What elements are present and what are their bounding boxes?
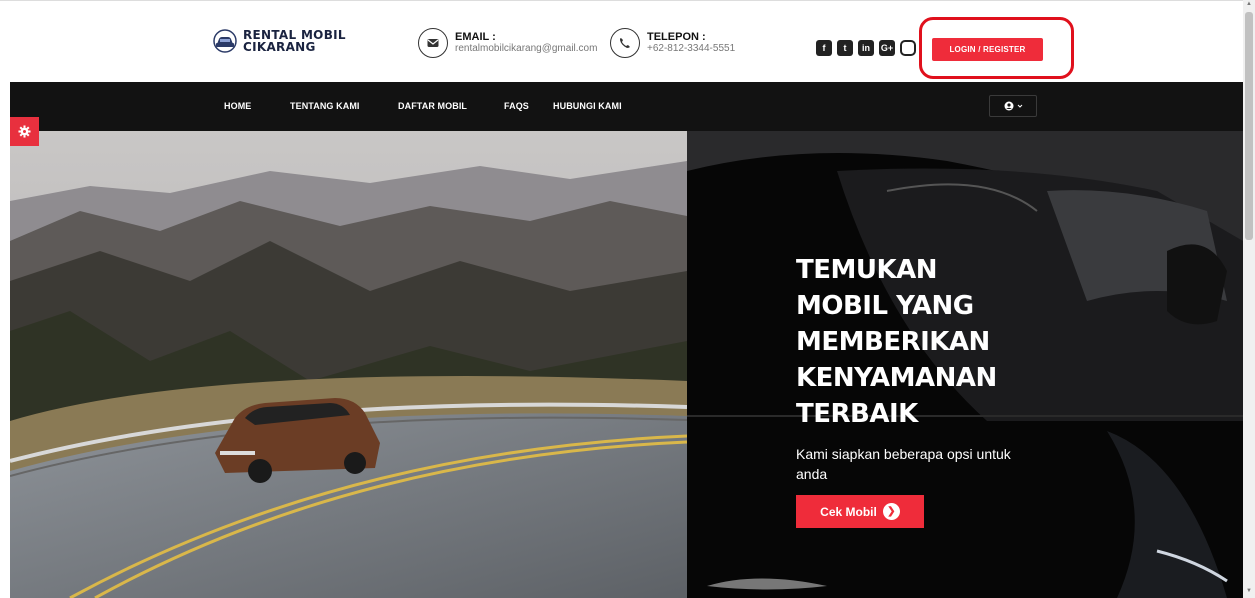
hero-title-line: MOBIL YANG (796, 291, 974, 321)
hero-title: TEMUKAN MOBIL YANG MEMBERIKAN KENYAMANAN… (796, 252, 1056, 432)
cek-mobil-button[interactable]: Cek Mobil ❯ (796, 495, 924, 528)
email-label: EMAIL : (455, 31, 496, 43)
email-value[interactable]: rentalmobilcikarang@gmail.com (455, 43, 597, 55)
phone-contact: TELEPON : +62-812-3344-5551 (610, 28, 735, 58)
nav-home[interactable]: HOME (224, 101, 251, 111)
hero-subtitle: Kami siapkan beberapa opsi untuk anda (796, 446, 1011, 482)
phone-icon (610, 28, 640, 58)
main-nav: HOME TENTANG KAMI DAFTAR MOBIL FAQS HUBU… (10, 82, 1245, 131)
google-plus-icon[interactable]: G+ (879, 40, 895, 56)
site-logo[interactable]: RENTAL MOBIL CIKARANG (213, 29, 346, 53)
annotation-highlight (919, 17, 1074, 79)
facebook-icon[interactable]: f (816, 40, 832, 56)
hero-landscape-image (10, 131, 687, 598)
linkedin-icon[interactable]: in (858, 40, 874, 56)
chevron-down-icon (1017, 104, 1022, 108)
phone-value[interactable]: +62-812-3344-5551 (647, 43, 735, 55)
instagram-icon[interactable] (900, 40, 916, 56)
scroll-up-icon[interactable]: ▲ (1245, 1, 1253, 9)
scroll-down-icon[interactable]: ▼ (1245, 588, 1253, 596)
user-icon (1004, 101, 1013, 111)
nav-contact[interactable]: HUBUNGI KAMI (553, 101, 622, 111)
hero-title-line: TEMUKAN (796, 255, 938, 285)
car-logo-icon (213, 29, 237, 53)
hero-title-line: TERBAIK (796, 399, 918, 429)
logo-line-2: CIKARANG (243, 40, 316, 54)
phone-label: TELEPON : (647, 31, 706, 43)
social-links: f t in G+ (816, 40, 916, 56)
logo-text: RENTAL MOBIL CIKARANG (243, 29, 346, 53)
hero-title-line: MEMBERIKAN (796, 327, 990, 357)
top-header: RENTAL MOBIL CIKARANG EMAIL : rentalmobi… (0, 0, 1255, 82)
page: RENTAL MOBIL CIKARANG EMAIL : rentalmobi… (0, 0, 1255, 598)
nav-faqs[interactable]: FAQS (504, 101, 529, 111)
settings-gear-button[interactable] (10, 117, 39, 146)
gear-icon (18, 125, 31, 138)
hero-title-line: KENYAMANAN (796, 363, 997, 393)
arrow-right-icon: ❯ (882, 503, 900, 520)
cek-mobil-label: Cek Mobil (820, 504, 877, 519)
nav-cars[interactable]: DAFTAR MOBIL (398, 101, 467, 111)
twitter-icon[interactable]: t (837, 40, 853, 56)
nav-about[interactable]: TENTANG KAMI (290, 101, 360, 111)
envelope-icon (418, 28, 448, 58)
scrollbar-thumb[interactable] (1245, 12, 1253, 240)
email-contact: EMAIL : rentalmobilcikarang@gmail.com (418, 28, 597, 58)
user-menu-button[interactable] (989, 95, 1037, 117)
